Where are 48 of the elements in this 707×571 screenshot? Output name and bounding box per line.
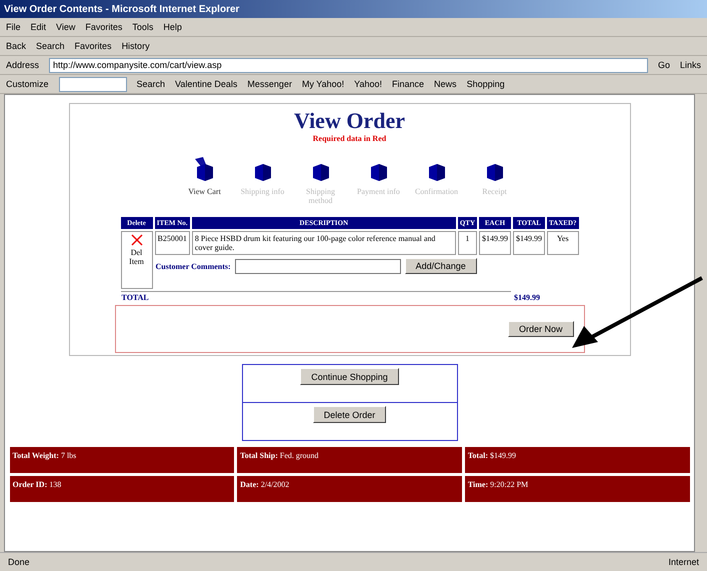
menu-item[interactable]: View (56, 22, 76, 32)
summary-cell: Date: 2/4/2002 (237, 476, 462, 502)
comments-label: Customer Comments: (156, 262, 231, 270)
toolbar-link[interactable]: Valentine Deals (175, 79, 238, 89)
summary-cell: Time: 9:20:22 PM (464, 476, 690, 502)
menu-item[interactable]: Favorites (85, 22, 122, 32)
toolbar-link[interactable]: Yahoo! (354, 79, 382, 89)
toolbar-link[interactable]: Messenger (247, 79, 292, 89)
summary-cell: Order ID: 138 (10, 476, 234, 502)
toolbar-link[interactable]: News (434, 79, 457, 89)
window-title: View Order Contents - Microsoft Internet Explorer (0, 0, 707, 18)
add-change-button[interactable]: Add/Change (404, 258, 477, 274)
table-cell: $149.99 (479, 231, 512, 255)
summary-cell: Total: $149.99 (464, 447, 690, 473)
toolbar-button[interactable]: History (122, 41, 150, 51)
address-field[interactable]: http://www.companysite.com/cart/view.asp (49, 58, 648, 72)
required-note: Required data in Red (312, 134, 386, 143)
total-value: $149.99 (513, 292, 542, 303)
table-cell: 1 (458, 231, 478, 255)
table-cell: 8 Piece HSBD drum kit featuring our 100-page color reference manual and cover guide. (192, 231, 456, 255)
menu-item[interactable]: Help (163, 22, 182, 32)
toolbar-button[interactable]: Search (36, 41, 65, 51)
toolbar-link[interactable]: Finance (392, 79, 424, 89)
toolbar-link[interactable]: Shopping (466, 79, 505, 89)
menu-item[interactable]: Tools (132, 22, 154, 32)
links-button[interactable]: Links (680, 60, 701, 70)
step-label[interactable]: View Cart (188, 187, 221, 196)
search-button[interactable]: Search (136, 79, 166, 89)
order-button[interactable]: Continue Shopping (300, 368, 399, 385)
menu-item[interactable]: File (6, 22, 21, 32)
zone-text: Internet (668, 557, 699, 567)
go-button[interactable]: Go (658, 60, 670, 70)
table-cell: $149.99 (513, 231, 546, 255)
toolbar-button[interactable]: Back (6, 41, 26, 51)
order-now-button[interactable]: Order Now (508, 321, 574, 337)
order-button[interactable]: Delete Order (312, 406, 386, 423)
table-cell: B250001 (154, 231, 190, 255)
summary-cell: Total Weight: 7 lbs (10, 447, 234, 473)
toolbar-button[interactable]: Favorites (74, 41, 112, 51)
customize-button[interactable]: Customize (6, 79, 49, 89)
status-text: Done (8, 557, 30, 567)
summary-cell: Total Ship: Fed. ground (237, 447, 462, 473)
toolbar-link[interactable]: My Yahoo! (302, 79, 344, 89)
total-label: TOTAL (120, 291, 512, 303)
menu-item[interactable]: Edit (30, 22, 46, 32)
address-label: Address (6, 60, 40, 70)
page-title: View Order (294, 108, 405, 134)
table-cell: Yes (547, 231, 578, 255)
